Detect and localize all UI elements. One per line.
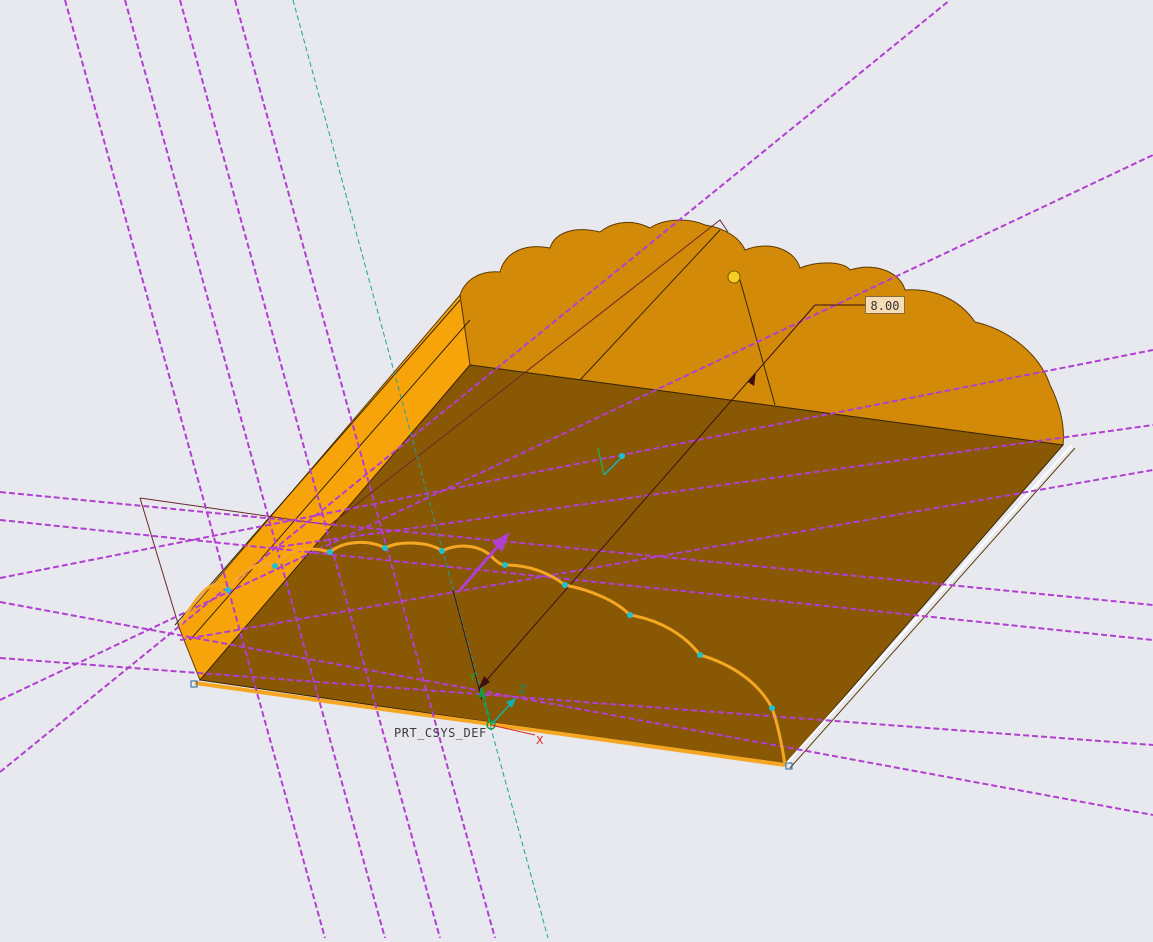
datum-plane-edge [139, 497, 181, 631]
axis-z-label: Z [519, 683, 527, 696]
model-graphics[interactable] [0, 0, 1153, 939]
csys-name-label: PRT_CSYS_DEF [394, 726, 487, 740]
dimension-value-box[interactable]: 8.00 [865, 296, 905, 314]
drag-handle[interactable] [727, 270, 741, 284]
model-viewport[interactable]: 8.00 PRT_CSYS_DEF X Y Z [0, 0, 1153, 939]
axis-y-label: Y [469, 671, 476, 684]
axis-x-label: X [536, 734, 544, 747]
